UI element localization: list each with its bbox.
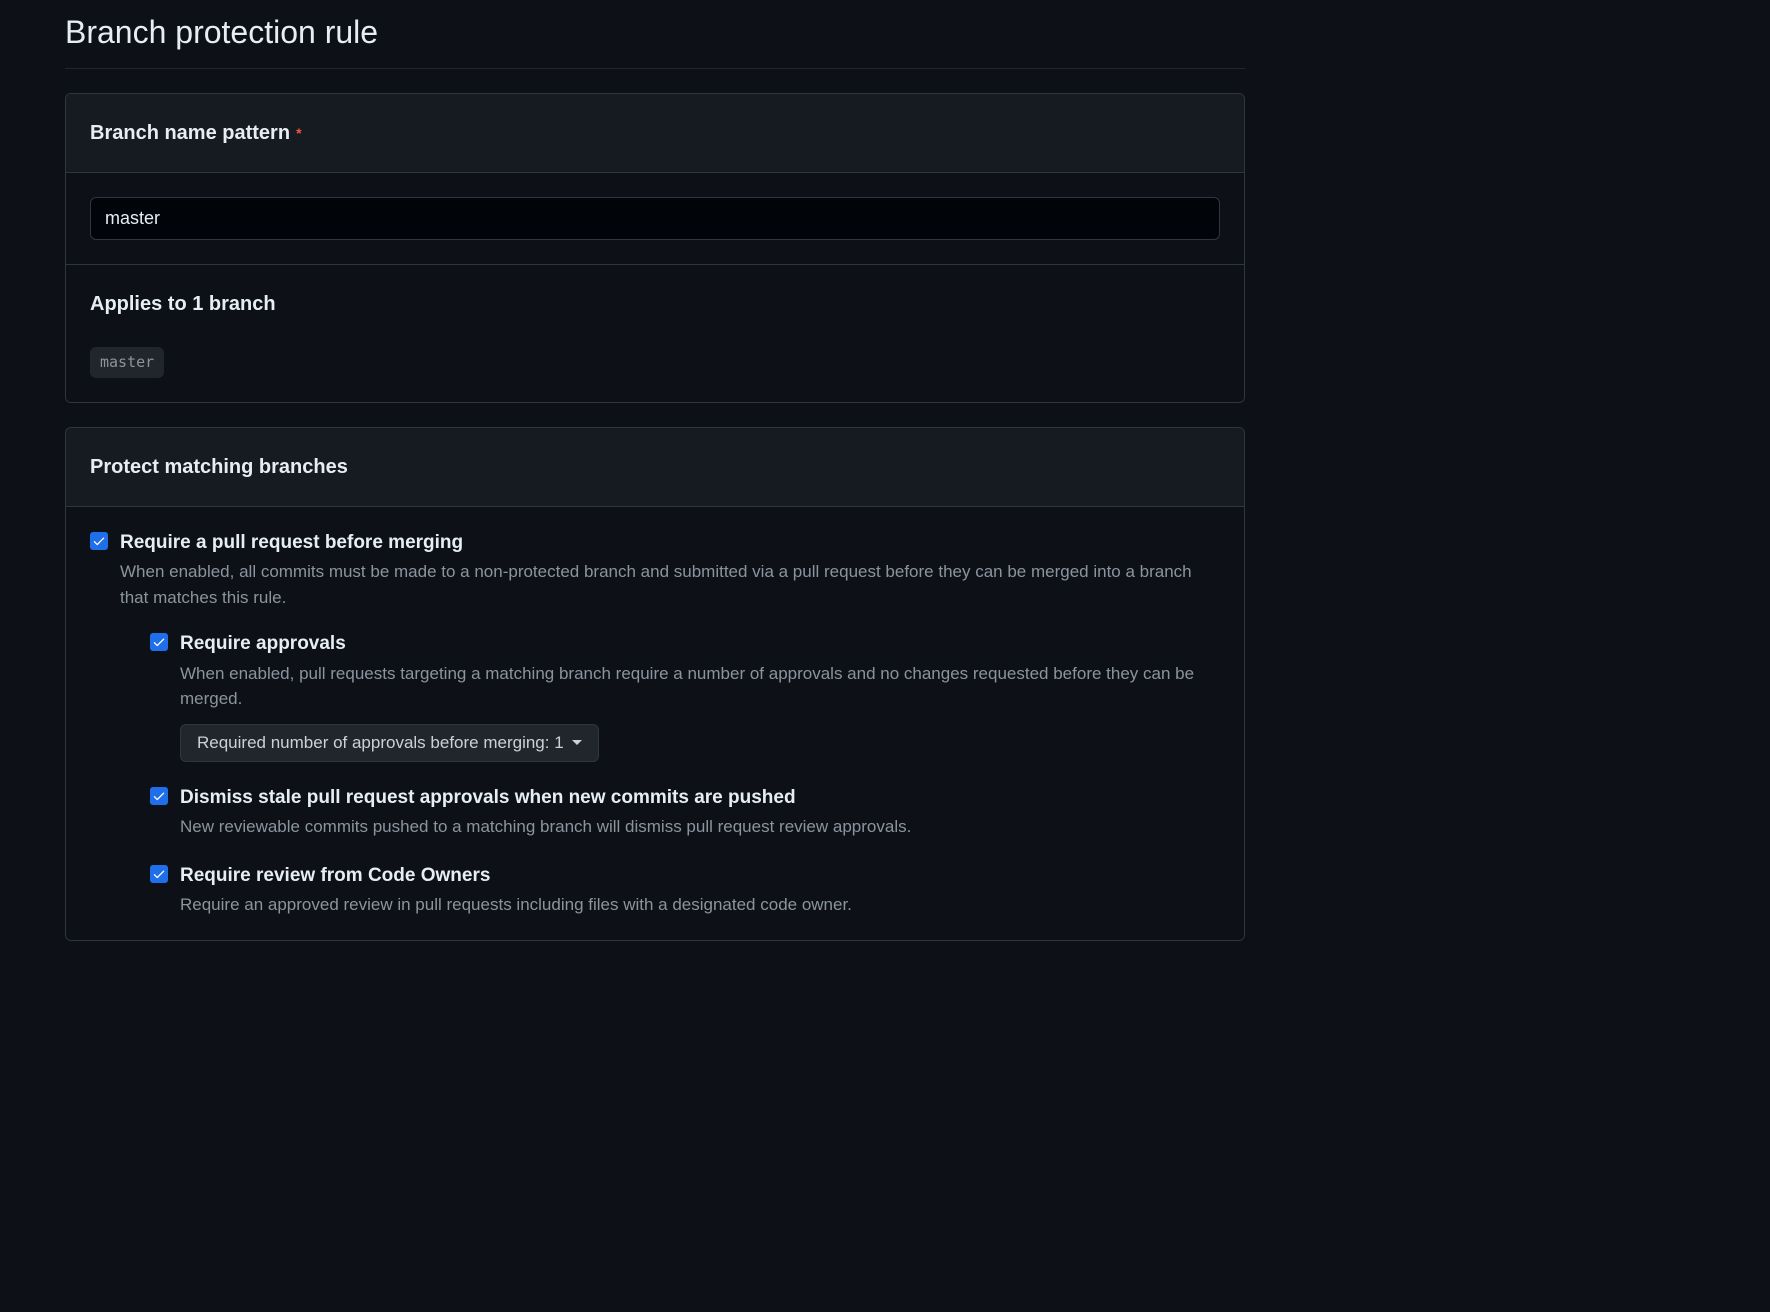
branch-pattern-header: Branch name pattern *	[66, 94, 1244, 173]
required-approvals-dropdown[interactable]: Required number of approvals before merg…	[180, 724, 599, 762]
option-desc-dismiss-stale: New reviewable commits pushed to a match…	[180, 814, 1220, 840]
option-title-code-owners: Require review from Code Owners	[180, 862, 1220, 891]
page-title: Branch protection rule	[65, 0, 1245, 69]
branch-pattern-panel: Branch name pattern * Applies to 1 branc…	[65, 93, 1245, 403]
option-dismiss-stale: Dismiss stale pull request approvals whe…	[150, 784, 1220, 840]
protection-options: Require a pull request before merging Wh…	[66, 507, 1244, 940]
option-require-pr: Require a pull request before merging Wh…	[90, 529, 1220, 918]
option-title-require-pr: Require a pull request before merging	[120, 529, 1220, 558]
checkbox-require-pr[interactable]	[90, 532, 108, 550]
option-content-dismiss-stale: Dismiss stale pull request approvals whe…	[180, 784, 1220, 840]
option-code-owners: Require review from Code Owners Require …	[150, 862, 1220, 918]
option-desc-code-owners: Require an approved review in pull reque…	[180, 892, 1220, 918]
applies-title: Applies to 1 branch	[90, 289, 1220, 319]
branch-pattern-title: Branch name pattern *	[90, 118, 1220, 148]
option-content-require-approvals: Require approvals When enabled, pull req…	[180, 630, 1220, 762]
option-content-require-pr: Require a pull request before merging Wh…	[120, 529, 1220, 918]
sub-options: Require approvals When enabled, pull req…	[150, 630, 1220, 918]
option-require-approvals: Require approvals When enabled, pull req…	[150, 630, 1220, 762]
protect-panel: Protect matching branches Require a pull…	[65, 427, 1245, 941]
check-icon	[152, 867, 166, 881]
option-title-require-approvals: Require approvals	[180, 630, 1220, 659]
option-title-dismiss-stale: Dismiss stale pull request approvals whe…	[180, 784, 1220, 813]
branch-pattern-body	[66, 173, 1244, 264]
checkbox-code-owners[interactable]	[150, 865, 168, 883]
checkbox-dismiss-stale[interactable]	[150, 787, 168, 805]
check-icon	[152, 789, 166, 803]
protect-header-title: Protect matching branches	[90, 452, 1220, 482]
option-desc-require-approvals: When enabled, pull requests targeting a …	[180, 661, 1220, 712]
branch-badge: master	[90, 347, 164, 378]
applies-section: Applies to 1 branch master	[66, 264, 1244, 402]
option-content-code-owners: Require review from Code Owners Require …	[180, 862, 1220, 918]
check-icon	[92, 534, 106, 548]
branch-pattern-input[interactable]	[90, 197, 1220, 240]
option-desc-require-pr: When enabled, all commits must be made t…	[120, 559, 1220, 610]
check-icon	[152, 635, 166, 649]
checkbox-require-approvals[interactable]	[150, 633, 168, 651]
caret-down-icon	[572, 740, 582, 745]
protect-header: Protect matching branches	[66, 428, 1244, 507]
required-asterisk-icon: *	[296, 123, 301, 144]
branch-pattern-label: Branch name pattern	[90, 118, 290, 148]
dropdown-label: Required number of approvals before merg…	[197, 733, 564, 753]
